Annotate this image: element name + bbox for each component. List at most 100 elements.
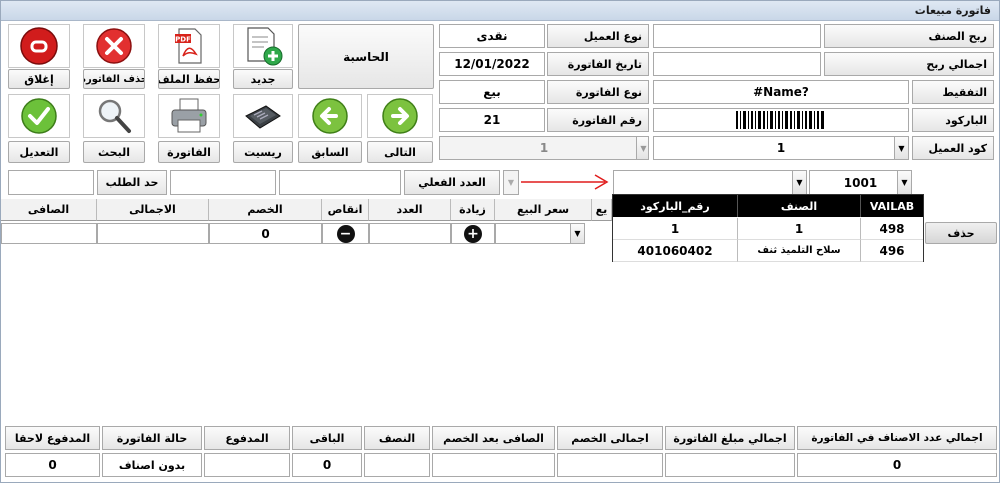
summary-invoice-amount[interactable] bbox=[665, 453, 795, 477]
summary-item-count[interactable]: 0 bbox=[797, 453, 997, 477]
new-document-icon bbox=[247, 27, 283, 66]
summary-total-discount[interactable] bbox=[557, 453, 663, 477]
item-dropdown-list[interactable]: رقم_الباركود الصنف VAILAB 1 1 498 401060… bbox=[612, 194, 924, 262]
popup-row-2-item[interactable]: سلاح التلميذ ثنف bbox=[738, 240, 861, 262]
summary-label-remaining: الباقى bbox=[292, 426, 362, 450]
edit-button[interactable]: التعديل bbox=[8, 141, 70, 163]
delete-invoice-button[interactable]: حذف الفاتورة bbox=[83, 69, 145, 89]
popup-col-available: VAILAB bbox=[861, 195, 923, 217]
actual-qty-field[interactable] bbox=[279, 170, 401, 195]
invoice-type-label: نوع الفاتورة bbox=[547, 80, 649, 104]
chevron-down-icon[interactable]: ▼ bbox=[894, 137, 908, 159]
limit-field[interactable] bbox=[8, 170, 94, 195]
invoice-number-label: رقم الفاتورة bbox=[547, 108, 649, 132]
receipt-icon-button[interactable] bbox=[233, 94, 293, 138]
customer-code-value: 1 bbox=[776, 141, 786, 155]
sales-invoice-window: فاتورة مبيعات PDF إغلاق حذف الفاتورة حفظ… bbox=[0, 0, 1000, 483]
delete-row-button[interactable]: حذف bbox=[925, 222, 997, 244]
customer-type-value[interactable]: نقدى bbox=[439, 24, 545, 48]
total-profit-field[interactable] bbox=[653, 52, 821, 76]
search-button[interactable]: البحث bbox=[83, 141, 145, 163]
checkmark-icon bbox=[21, 98, 57, 134]
barcode-field[interactable] bbox=[653, 108, 909, 132]
total-profit-label: اجمالي ربح bbox=[824, 52, 994, 76]
red-arrow-icon bbox=[521, 174, 609, 190]
card-terminal-icon bbox=[245, 105, 281, 129]
popup-col-barcode: رقم_الباركود bbox=[613, 195, 738, 217]
disabled-combo-value: 1 bbox=[539, 141, 549, 155]
previous-icon-button[interactable] bbox=[298, 94, 362, 138]
summary-label-invoice-amount: اجمالي مبلغ الفاتورة bbox=[665, 426, 795, 450]
summary-label-net-after-discount: الصافى بعد الخصم bbox=[432, 426, 555, 450]
calculator-button[interactable]: الحاسبة bbox=[298, 24, 434, 89]
popup-row-1-available[interactable]: 498 bbox=[861, 218, 923, 240]
tafqeet-field[interactable]: #Name? bbox=[653, 80, 909, 104]
new-button[interactable]: جديد bbox=[233, 69, 293, 89]
popup-row-1-barcode[interactable]: 1 bbox=[613, 218, 738, 240]
save-pdf-icon-button[interactable]: PDF bbox=[158, 24, 220, 68]
col-count: العدد bbox=[369, 199, 451, 221]
previous-button[interactable]: السابق bbox=[298, 141, 362, 163]
summary-invoice-status[interactable]: بدون اصناف bbox=[102, 453, 202, 477]
save-file-button[interactable]: حفظ الملف bbox=[158, 69, 220, 89]
invoice-print-icon-button[interactable] bbox=[158, 94, 220, 138]
popup-row-2-available[interactable]: 496 bbox=[861, 240, 923, 262]
next-button[interactable]: التالى bbox=[367, 141, 433, 163]
popup-row-2-barcode[interactable]: 401060402 bbox=[613, 240, 738, 262]
invoice-button[interactable]: الفاتورة bbox=[158, 141, 220, 163]
invoice-date-label: تاريخ الفاتورة bbox=[547, 52, 649, 76]
new-document-icon-button[interactable] bbox=[233, 24, 293, 68]
customer-code-label: كود العميل bbox=[912, 136, 994, 160]
summary-paid[interactable] bbox=[204, 453, 290, 477]
decrease-button[interactable]: − bbox=[322, 223, 369, 244]
row-net-cell[interactable] bbox=[1, 223, 97, 244]
edit-icon-button[interactable] bbox=[8, 94, 70, 138]
chevron-down-icon: ▼ bbox=[636, 137, 648, 159]
barcode-icon bbox=[736, 111, 824, 129]
close-icon-button[interactable] bbox=[8, 24, 70, 68]
summary-half[interactable] bbox=[364, 453, 430, 477]
item-code-value: 1001 bbox=[843, 175, 878, 190]
row-count-cell[interactable] bbox=[369, 223, 451, 244]
summary-net-after-discount[interactable] bbox=[432, 453, 555, 477]
window-title: فاتورة مبيعات bbox=[914, 4, 991, 17]
item-profit-field[interactable] bbox=[653, 24, 821, 48]
item-code-combo[interactable]: 1001 ▼ bbox=[809, 170, 912, 195]
close-button[interactable]: إغلاق bbox=[8, 69, 70, 89]
invoice-date-field[interactable]: 12/01/2022 bbox=[439, 52, 545, 76]
chevron-down-icon[interactable]: ▼ bbox=[792, 171, 806, 194]
chevron-down-icon[interactable]: ▼ bbox=[897, 171, 911, 194]
actual-qty-label: العدد الفعلي bbox=[404, 170, 500, 195]
col-partial: يع bbox=[592, 199, 612, 221]
invoice-number-field[interactable]: 21 bbox=[439, 108, 545, 132]
chevron-down-icon[interactable]: ▼ bbox=[570, 224, 584, 243]
popup-col-item: الصنف bbox=[738, 195, 861, 217]
next-icon-button[interactable] bbox=[367, 94, 433, 138]
row-price-combo[interactable]: ▼ bbox=[495, 223, 585, 244]
summary-label-paid-later: المدفوع لاحقا bbox=[5, 426, 100, 450]
power-icon bbox=[20, 27, 58, 65]
summary-label-item-count: اجمالي عدد الاصناف في الفاتورة bbox=[797, 426, 997, 450]
summary-remaining[interactable]: 0 bbox=[292, 453, 362, 477]
item-name-combo[interactable]: ▼ bbox=[613, 170, 807, 195]
limit-value-field[interactable] bbox=[170, 170, 276, 195]
invoice-type-value[interactable]: بيع bbox=[439, 80, 545, 104]
limit-label: حد الطلب bbox=[97, 170, 167, 195]
col-total: الاجمالى bbox=[97, 199, 209, 221]
delete-x-icon bbox=[96, 28, 132, 64]
plus-icon: + bbox=[464, 224, 482, 243]
increase-button[interactable]: + bbox=[451, 223, 495, 244]
title-bar: فاتورة مبيعات bbox=[1, 1, 999, 21]
row-discount-cell[interactable]: 0 bbox=[209, 223, 322, 244]
summary-label-half: النصف bbox=[364, 426, 430, 450]
search-icon-button[interactable] bbox=[83, 94, 145, 138]
delete-invoice-icon-button[interactable] bbox=[83, 24, 145, 68]
summary-label-paid: المدفوع bbox=[204, 426, 290, 450]
row-total-cell[interactable] bbox=[97, 223, 209, 244]
receipt-button[interactable]: ريسيت bbox=[233, 141, 293, 163]
popup-row-1-item[interactable]: 1 bbox=[738, 218, 861, 240]
col-price: سعر البيع bbox=[495, 199, 592, 221]
summary-paid-later[interactable]: 0 bbox=[5, 453, 100, 477]
pdf-file-icon: PDF bbox=[175, 28, 202, 64]
customer-code-combo[interactable]: 1 ▼ bbox=[653, 136, 909, 160]
